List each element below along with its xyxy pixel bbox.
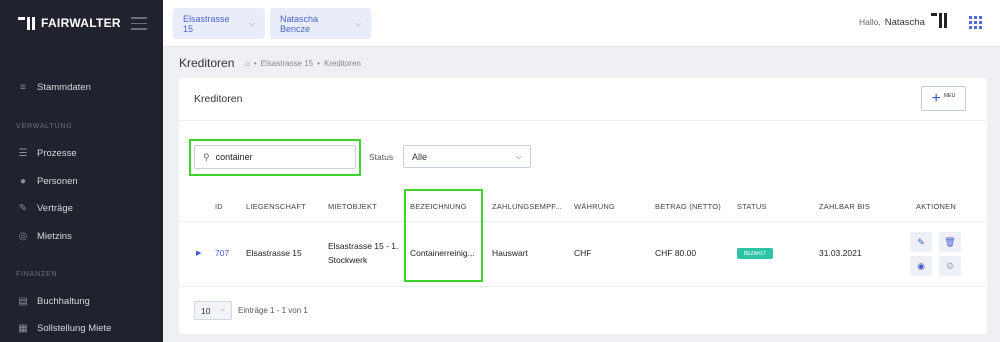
chevron-down-icon: ⌵ <box>220 307 225 313</box>
search-icon: ⚲ <box>203 151 210 162</box>
column-header-liegenschaft[interactable]: LIEGENSCHAFT <box>246 202 306 211</box>
sidebar-item-personen[interactable]: ● Personen <box>18 176 78 187</box>
sidebar-item-vertraege[interactable]: ✎ Verträge <box>18 203 73 214</box>
plus-icon: + <box>931 89 941 107</box>
breadcrumb-item[interactable]: Elsastrasse 15 <box>261 59 313 68</box>
column-header-mietobjekt[interactable]: MIETOBJEKT <box>328 202 377 211</box>
sidebar-item-prozesse[interactable]: ☰ Prozesse <box>18 148 77 159</box>
section-finanzen: FINANZEN <box>16 271 58 278</box>
page-size-select[interactable]: 10 ⌵ <box>194 301 232 320</box>
column-header-zahlbar-bis[interactable]: ZAHLBAR BIS <box>819 202 870 211</box>
chevron-down-icon: ⌵ <box>354 18 361 28</box>
brand-name: FAIRWALTER <box>41 16 121 30</box>
database-icon: ≡ <box>20 81 26 93</box>
user-greeting: Hallo, Natascha <box>859 17 925 28</box>
people-icon: ● <box>19 175 27 187</box>
section-verwaltung: VERWALTUNG <box>16 123 73 130</box>
sidebar-item-label: Stammdaten <box>37 82 91 93</box>
invoice-icon: ▦ <box>18 322 28 334</box>
person-selector[interactable]: Natascha Bencze ⌵ <box>270 8 371 39</box>
new-button-label: NEU <box>943 92 956 99</box>
status-badge: BEZAHLT <box>737 248 773 259</box>
cell-zahlbar-bis: 31.03.2021 <box>819 248 862 258</box>
column-header-betrag[interactable]: BETRAG (NETTO) <box>655 202 721 211</box>
coins-icon: ◎ <box>18 230 28 242</box>
cell-betrag: CHF 80.00 <box>655 248 697 258</box>
column-header-waehrung[interactable]: WÄHRUNG <box>574 202 615 211</box>
new-button[interactable]: + NEU <box>921 86 966 111</box>
page-size-value: 10 <box>201 305 211 316</box>
sidebar-item-sollstellung-miete[interactable]: ▦ Sollstellung Miete <box>18 323 111 334</box>
sidebar-item-label: Mietzins <box>37 231 72 242</box>
sidebar: FAIRWALTER ≡ Stammdaten VERWALTUNG ☰ Pro… <box>0 0 163 342</box>
cell-liegenschaft: Elsastrasse 15 <box>246 248 302 258</box>
sidebar-item-mietzins[interactable]: ◎ Mietzins <box>18 231 72 242</box>
page-title: Kreditoren <box>179 56 235 70</box>
column-header-id[interactable]: ID <box>215 202 223 211</box>
delete-icon[interactable]: 🗑 <box>939 232 961 252</box>
property-selector-label: Elsastrasse 15 <box>183 13 230 34</box>
chevron-down-icon: ⌵ <box>248 18 255 28</box>
settings-icon[interactable]: ⚙ <box>939 256 961 276</box>
breadcrumb: ⌂ • Elsastrasse 15 • Kreditoren <box>245 59 361 68</box>
column-header-aktionen: AKTIONEN <box>916 202 956 211</box>
kreditoren-card: Kreditoren + NEU ⚲ Status Alle ⌵ ID LIEG… <box>179 78 987 334</box>
sidebar-item-label: Personen <box>37 176 78 187</box>
chevron-down-icon: ⌵ <box>515 151 522 161</box>
ledger-icon: ▤ <box>18 295 28 307</box>
sidebar-item-stammdaten[interactable]: ≡ Stammdaten <box>18 82 91 93</box>
bezeichnung-highlight-box <box>404 189 483 282</box>
status-filter-select[interactable]: Alle ⌵ <box>403 145 531 168</box>
apps-grid-icon[interactable] <box>969 16 982 29</box>
status-filter-value: Alle <box>412 151 428 162</box>
menu-toggle-icon[interactable] <box>131 17 147 34</box>
divider <box>179 286 987 287</box>
list-icon: ☰ <box>18 147 28 159</box>
cell-waehrung: CHF <box>574 248 592 258</box>
search-field[interactable]: ⚲ <box>194 145 356 169</box>
sidebar-item-label: Prozesse <box>37 148 77 159</box>
sidebar-item-label: Verträge <box>37 203 73 214</box>
search-input[interactable] <box>215 152 346 162</box>
fairwalter-logo-icon <box>931 13 947 28</box>
edit-icon[interactable]: ✎ <box>910 232 932 252</box>
contract-icon: ✎ <box>18 202 28 214</box>
entries-info: Einträge 1 - 1 von 1 <box>238 306 308 315</box>
person-selector-label: Natascha Bencze <box>280 13 319 34</box>
divider <box>179 120 987 121</box>
status-filter-label: Status <box>369 152 394 162</box>
divider <box>179 221 987 222</box>
sidebar-item-label: Buchhaltung <box>37 296 90 307</box>
card-title: Kreditoren <box>194 93 243 105</box>
home-icon[interactable]: ⌂ <box>245 59 250 68</box>
property-selector[interactable]: Elsastrasse 15 ⌵ <box>173 8 265 39</box>
user-name: Natascha <box>884 17 925 28</box>
topbar: Elsastrasse 15 ⌵ Natascha Bencze ⌵ Hallo… <box>163 0 1000 47</box>
greeting-text: Hallo, <box>859 17 881 27</box>
fairwalter-logo-icon <box>18 16 35 30</box>
sidebar-item-buchhaltung[interactable]: ▤ Buchhaltung <box>18 296 90 307</box>
column-header-status[interactable]: STATUS <box>737 202 767 211</box>
cell-mietobjekt-line2: Stockwerk <box>328 255 368 265</box>
cell-zahlungsempfaenger: Hauswart <box>492 248 528 258</box>
breadcrumb-item: Kreditoren <box>323 59 361 68</box>
cell-id[interactable]: 707 <box>215 248 229 258</box>
expand-row-icon[interactable]: ▶ <box>196 249 201 257</box>
view-icon[interactable]: ◉ <box>910 256 932 276</box>
cell-mietobjekt-line1: Elsastrasse 15 - 1. <box>328 241 399 251</box>
brand-logo[interactable]: FAIRWALTER <box>18 16 121 30</box>
column-header-zahlungsempfaenger[interactable]: ZAHLUNGSEMPF... <box>492 202 562 211</box>
sidebar-item-label: Sollstellung Miete <box>37 323 112 334</box>
